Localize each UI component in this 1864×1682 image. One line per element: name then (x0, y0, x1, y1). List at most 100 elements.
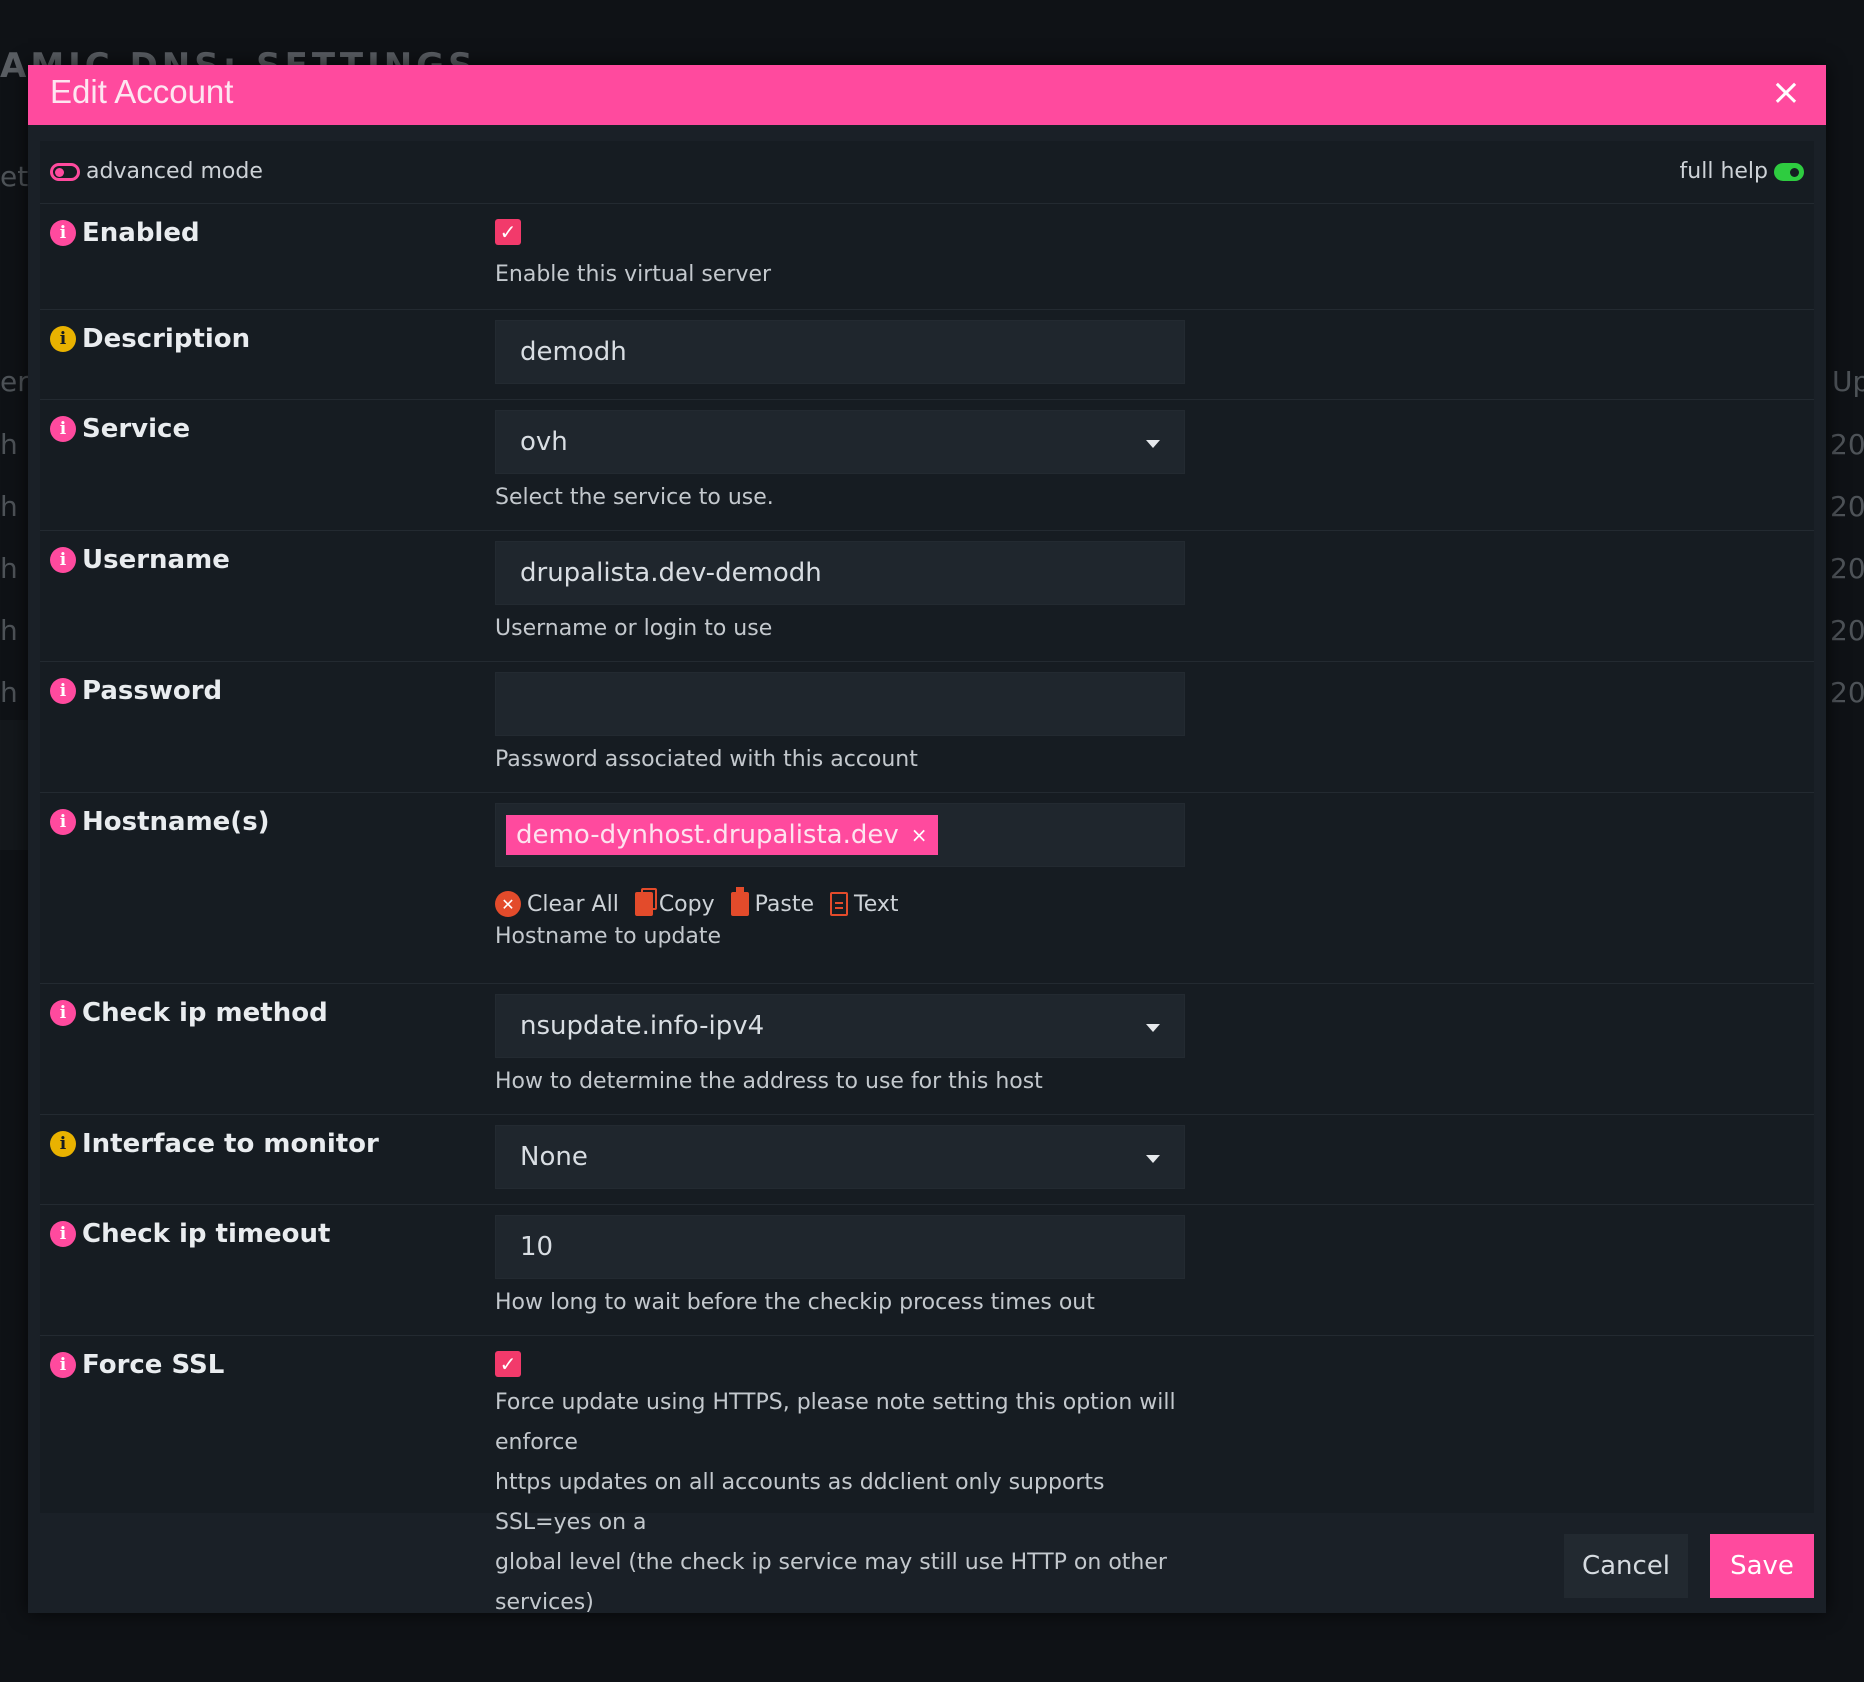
field-label: i Check ip timeout (50, 1219, 330, 1249)
hostnames-field: demo-dynhost.drupalista.dev × ✕ Clear Al… (495, 803, 1185, 957)
field-label: i Password (50, 676, 222, 706)
info-icon[interactable]: i (50, 416, 76, 442)
info-icon[interactable]: i (50, 1352, 76, 1378)
force-ssl-checkbox[interactable]: ✓ (495, 1351, 521, 1377)
full-help-toggle[interactable]: full help (1680, 159, 1804, 184)
field-label: i Description (50, 324, 250, 354)
row-interface: i Interface to monitor None (40, 1115, 1814, 1205)
description-input[interactable]: demodh (495, 320, 1185, 384)
hostname-tag-text: demo-dynhost.drupalista.dev (516, 820, 899, 850)
info-icon[interactable]: i (50, 547, 76, 573)
save-button[interactable]: Save (1710, 1534, 1814, 1598)
service-help: Select the service to use. (495, 485, 774, 510)
password-label: Password (82, 676, 223, 706)
clear-all-label: Clear All (527, 891, 619, 917)
copy-button[interactable]: Copy (634, 888, 715, 917)
paste-button[interactable]: Paste (730, 887, 815, 917)
clear-all-button[interactable]: ✕ Clear All (495, 891, 619, 917)
force-ssl-help-line: Force update using HTTPS, please note se… (495, 1390, 1176, 1455)
background-fragment: h (0, 428, 18, 461)
hostnames-label: Hostname(s) (82, 807, 270, 837)
background-cell: 202 (1830, 490, 1864, 523)
field-label: i Service (50, 414, 190, 444)
text-button[interactable]: Text (830, 892, 899, 917)
description-label: Description (82, 324, 251, 354)
password-input[interactable] (495, 672, 1185, 736)
background-band (0, 720, 30, 850)
remove-tag-icon[interactable]: × (911, 823, 928, 847)
background-fragment: h (0, 676, 18, 709)
background-cell: 202 (1830, 676, 1864, 709)
edit-account-dialog: Edit Account × advanced mode full help i… (28, 65, 1826, 1615)
paste-label: Paste (754, 891, 815, 917)
force-ssl-field: ✓ Force update using HTTPS, please note … (495, 1346, 1185, 1623)
background-fragment: h (0, 552, 18, 585)
password-field: Password associated with this account (495, 672, 1185, 780)
username-help: Username or login to use (495, 616, 773, 641)
enabled-label: Enabled (82, 218, 200, 248)
interface-select[interactable]: None (495, 1125, 1185, 1189)
background-column-header: Up (1832, 365, 1864, 398)
row-check-ip-timeout: i Check ip timeout 10 How long to wait b… (40, 1205, 1814, 1336)
interface-field: None (495, 1125, 1185, 1189)
dialog-title: Edit Account (50, 73, 234, 110)
row-hostnames: i Hostname(s) demo-dynhost.drupalista.de… (40, 793, 1814, 984)
full-help-label: full help (1679, 159, 1768, 184)
paste-icon (730, 887, 749, 916)
text-label: Text (854, 891, 899, 917)
force-ssl-help-line: https updates on all accounts as ddclien… (495, 1470, 1105, 1535)
check-ip-timeout-input[interactable]: 10 (495, 1215, 1185, 1279)
row-service: i Service ovh Select the service to use. (40, 400, 1814, 531)
description-field: demodh (495, 320, 1185, 384)
check-ip-method-label: Check ip method (82, 998, 328, 1028)
close-icon[interactable]: × (1766, 71, 1806, 115)
dialog-toolbar: advanced mode full help (40, 141, 1814, 204)
check-ip-timeout-help: How long to wait before the checkip proc… (495, 1290, 1095, 1315)
interface-label: Interface to monitor (82, 1129, 379, 1159)
field-label: i Username (50, 545, 230, 575)
check-ip-method-field: nsupdate.info-ipv4 How to determine the … (495, 994, 1185, 1102)
background-cell: 202 (1830, 614, 1864, 647)
background-fragment: h (0, 614, 18, 647)
enabled-field: ✓ Enable this virtual server (495, 214, 1185, 295)
info-icon[interactable]: i (50, 1131, 76, 1157)
advanced-mode-label: advanced mode (86, 159, 263, 184)
enabled-checkbox[interactable]: ✓ (495, 219, 521, 245)
row-password: i Password Password associated with this… (40, 662, 1814, 793)
force-ssl-help: Force update using HTTPS, please note se… (495, 1383, 1185, 1623)
field-label: i Force SSL (50, 1350, 224, 1380)
toggle-off-icon (50, 162, 80, 181)
dialog-header: Edit Account × (28, 65, 1826, 125)
username-input[interactable]: drupalista.dev-demodh (495, 541, 1185, 605)
cancel-button[interactable]: Cancel (1564, 1534, 1688, 1598)
row-check-ip-method: i Check ip method nsupdate.info-ipv4 How… (40, 984, 1814, 1115)
check-ip-timeout-label: Check ip timeout (82, 1219, 331, 1249)
advanced-mode-toggle[interactable]: advanced mode (50, 159, 263, 184)
info-icon[interactable]: i (50, 326, 76, 352)
info-icon[interactable]: i (50, 678, 76, 704)
dialog-body: advanced mode full help i Enabled ✓ Enab… (40, 141, 1814, 1615)
password-help: Password associated with this account (495, 747, 918, 772)
copy-label: Copy (658, 891, 715, 917)
check-ip-method-select[interactable]: nsupdate.info-ipv4 (495, 994, 1185, 1058)
force-ssl-label: Force SSL (82, 1350, 225, 1380)
field-label: i Interface to monitor (50, 1129, 379, 1159)
background-fragment: h (0, 490, 18, 523)
check-ip-timeout-field: 10 How long to wait before the checkip p… (495, 1215, 1185, 1323)
enabled-help: Enable this virtual server (495, 262, 772, 287)
background-cell: 202 (1830, 552, 1864, 585)
hostnames-tag-input[interactable]: demo-dynhost.drupalista.dev × (495, 803, 1185, 867)
info-icon[interactable]: i (50, 809, 76, 835)
info-icon[interactable]: i (50, 1221, 76, 1247)
clear-icon: ✕ (495, 891, 521, 917)
info-icon[interactable]: i (50, 220, 76, 246)
field-label: i Hostname(s) (50, 807, 270, 837)
service-select[interactable]: ovh (495, 410, 1185, 474)
row-force-ssl: i Force SSL ✓ Force update using HTTPS, … (40, 1336, 1814, 1615)
check-ip-method-help: How to determine the address to use for … (495, 1069, 1043, 1094)
force-ssl-help-line: global level (the check ip service may s… (495, 1550, 1167, 1615)
hostname-tag: demo-dynhost.drupalista.dev × (506, 815, 938, 855)
service-field: ovh Select the service to use. (495, 410, 1185, 518)
background-cell: 202 (1830, 428, 1864, 461)
info-icon[interactable]: i (50, 1000, 76, 1026)
